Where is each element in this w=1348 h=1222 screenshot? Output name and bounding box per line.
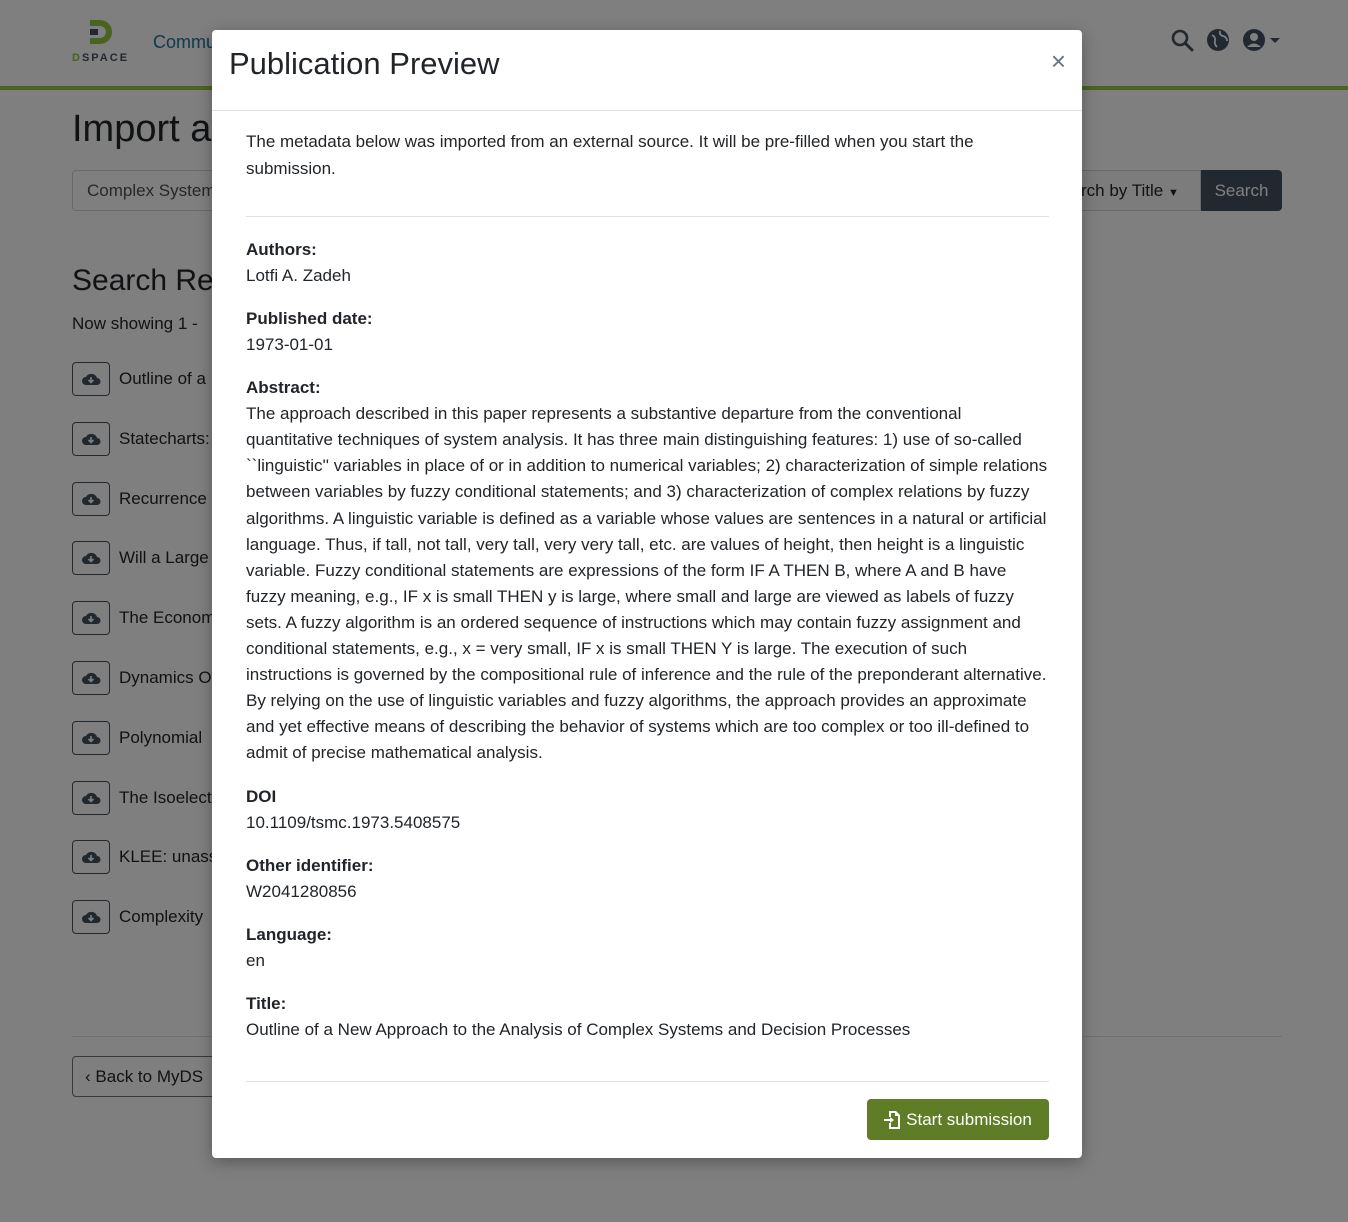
close-icon[interactable]: × [1051, 48, 1066, 74]
field-label: DOI [246, 786, 277, 806]
field-value: en [246, 950, 265, 970]
field-doi: DOI 10.1109/tsmc.1973.5408575 [246, 784, 1049, 836]
field-language: Language: en [246, 922, 1049, 974]
field-label: Language: [246, 924, 332, 944]
intro-text: The metadata below was imported from an … [246, 132, 974, 178]
field-value: Outline of a New Approach to the Analysi… [246, 1019, 911, 1039]
field-title: Title: Outline of a New Approach to the … [246, 991, 1049, 1043]
field-label: Published date: [246, 309, 373, 329]
field-value: Lotfi A. Zadeh [246, 266, 351, 285]
field-authors: Authors: Lotfi A. Zadeh [246, 237, 1049, 289]
field-abstract: Abstract: The approach described in this… [246, 375, 1049, 766]
modal-header: Publication Preview × [212, 30, 1082, 111]
field-label: Title: [246, 993, 287, 1013]
modal-footer: Start submission [246, 1081, 1049, 1158]
modal-body: The metadata below was imported from an … [246, 128, 1049, 1060]
field-other-identifier: Other identifier: W2041280856 [246, 853, 1049, 905]
field-value: The approach described in this paper rep… [246, 404, 1048, 763]
field-label: Other identifier: [246, 855, 374, 875]
field-published-date: Published date: 1973-01-01 [246, 306, 1049, 358]
field-value: 10.1109/tsmc.1973.5408575 [246, 812, 461, 832]
publication-preview-modal: Publication Preview × The metadata below… [212, 30, 1082, 1158]
modal-title: Publication Preview [229, 46, 500, 81]
file-import-icon [884, 1110, 901, 1129]
start-submission-button[interactable]: Start submission [867, 1099, 1049, 1140]
field-label: Abstract: [246, 378, 321, 398]
field-value: 1973-01-01 [246, 335, 333, 355]
field-value: W2041280856 [246, 881, 357, 901]
field-label: Authors: [246, 240, 317, 259]
start-submission-label: Start submission [906, 1109, 1032, 1129]
divider [246, 216, 1049, 217]
